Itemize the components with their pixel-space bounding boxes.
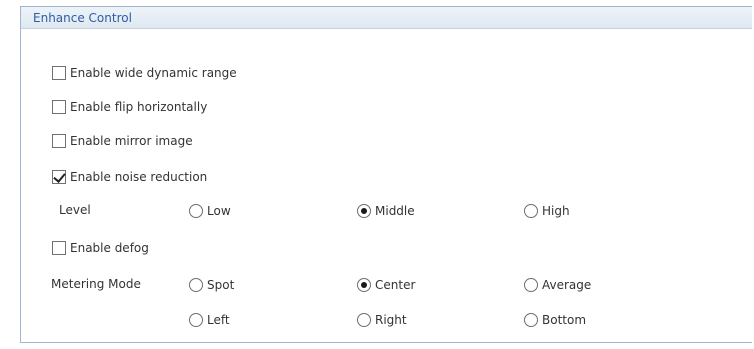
mirror-image-option[interactable]: Enable mirror image	[52, 131, 193, 151]
defog-option[interactable]: Enable defog	[52, 238, 149, 258]
enhance-control-panel: Enhance Control Enable wide dynamic rang…	[20, 6, 752, 343]
panel-title: Enhance Control	[33, 11, 132, 25]
metering-left-label: Left	[207, 313, 230, 327]
noise-level-low-label: Low	[207, 204, 231, 218]
metering-left-radio[interactable]	[189, 313, 203, 327]
defog-row: Enable defog	[21, 238, 752, 258]
wide-dynamic-range-row: Enable wide dynamic range	[21, 63, 752, 83]
flip-horizontally-option[interactable]: Enable flip horizontally	[52, 97, 207, 117]
metering-bottom-label: Bottom	[542, 313, 587, 327]
metering-right-radio[interactable]	[357, 313, 371, 327]
noise-reduction-row: Enable noise reduction	[21, 167, 752, 187]
noise-reduction-label: Enable noise reduction	[70, 170, 208, 184]
noise-reduction-checkbox[interactable]	[52, 170, 66, 184]
noise-level-middle-radio[interactable]	[357, 204, 371, 218]
metering-spot-radio[interactable]	[189, 278, 203, 292]
wide-dynamic-range-option[interactable]: Enable wide dynamic range	[52, 63, 237, 83]
metering-center-option[interactable]: Center	[357, 275, 415, 295]
wide-dynamic-range-label: Enable wide dynamic range	[70, 66, 237, 80]
metering-mode-row-1: Metering Mode Spot Center Average	[21, 275, 752, 295]
defog-label: Enable defog	[70, 241, 149, 255]
noise-level-high-option[interactable]: High	[524, 201, 570, 221]
metering-center-radio[interactable]	[357, 278, 371, 292]
noise-level-high-label: High	[542, 204, 570, 218]
noise-level-middle-label: Middle	[375, 204, 415, 218]
metering-right-option[interactable]: Right	[357, 310, 407, 330]
metering-spot-option[interactable]: Spot	[189, 275, 234, 295]
metering-mode-label: Metering Mode	[51, 277, 141, 291]
metering-spot-label: Spot	[207, 278, 235, 292]
noise-level-row: Level Low Middle High	[21, 201, 752, 221]
defog-checkbox[interactable]	[52, 241, 66, 255]
mirror-image-row: Enable mirror image	[21, 131, 752, 151]
metering-bottom-option[interactable]: Bottom	[524, 310, 586, 330]
metering-right-label: Right	[375, 313, 407, 327]
metering-average-radio[interactable]	[524, 278, 538, 292]
flip-horizontally-row: Enable flip horizontally	[21, 97, 752, 117]
mirror-image-checkbox[interactable]	[52, 134, 66, 148]
noise-level-middle-option[interactable]: Middle	[357, 201, 415, 221]
mirror-image-label: Enable mirror image	[70, 134, 193, 148]
noise-reduction-option[interactable]: Enable noise reduction	[52, 167, 207, 187]
noise-level-low-radio[interactable]	[189, 204, 203, 218]
metering-bottom-radio[interactable]	[524, 313, 538, 327]
flip-horizontally-label: Enable flip horizontally	[70, 100, 208, 114]
noise-level-label: Level	[59, 203, 91, 217]
metering-average-option[interactable]: Average	[524, 275, 591, 295]
metering-left-option[interactable]: Left	[189, 310, 230, 330]
panel-header: Enhance Control	[21, 7, 752, 29]
flip-horizontally-checkbox[interactable]	[52, 100, 66, 114]
noise-level-high-radio[interactable]	[524, 204, 538, 218]
metering-mode-row-2: Left Right Bottom	[21, 310, 752, 330]
noise-level-low-option[interactable]: Low	[189, 201, 231, 221]
wide-dynamic-range-checkbox[interactable]	[52, 66, 66, 80]
metering-average-label: Average	[542, 278, 592, 292]
metering-center-label: Center	[375, 278, 416, 292]
